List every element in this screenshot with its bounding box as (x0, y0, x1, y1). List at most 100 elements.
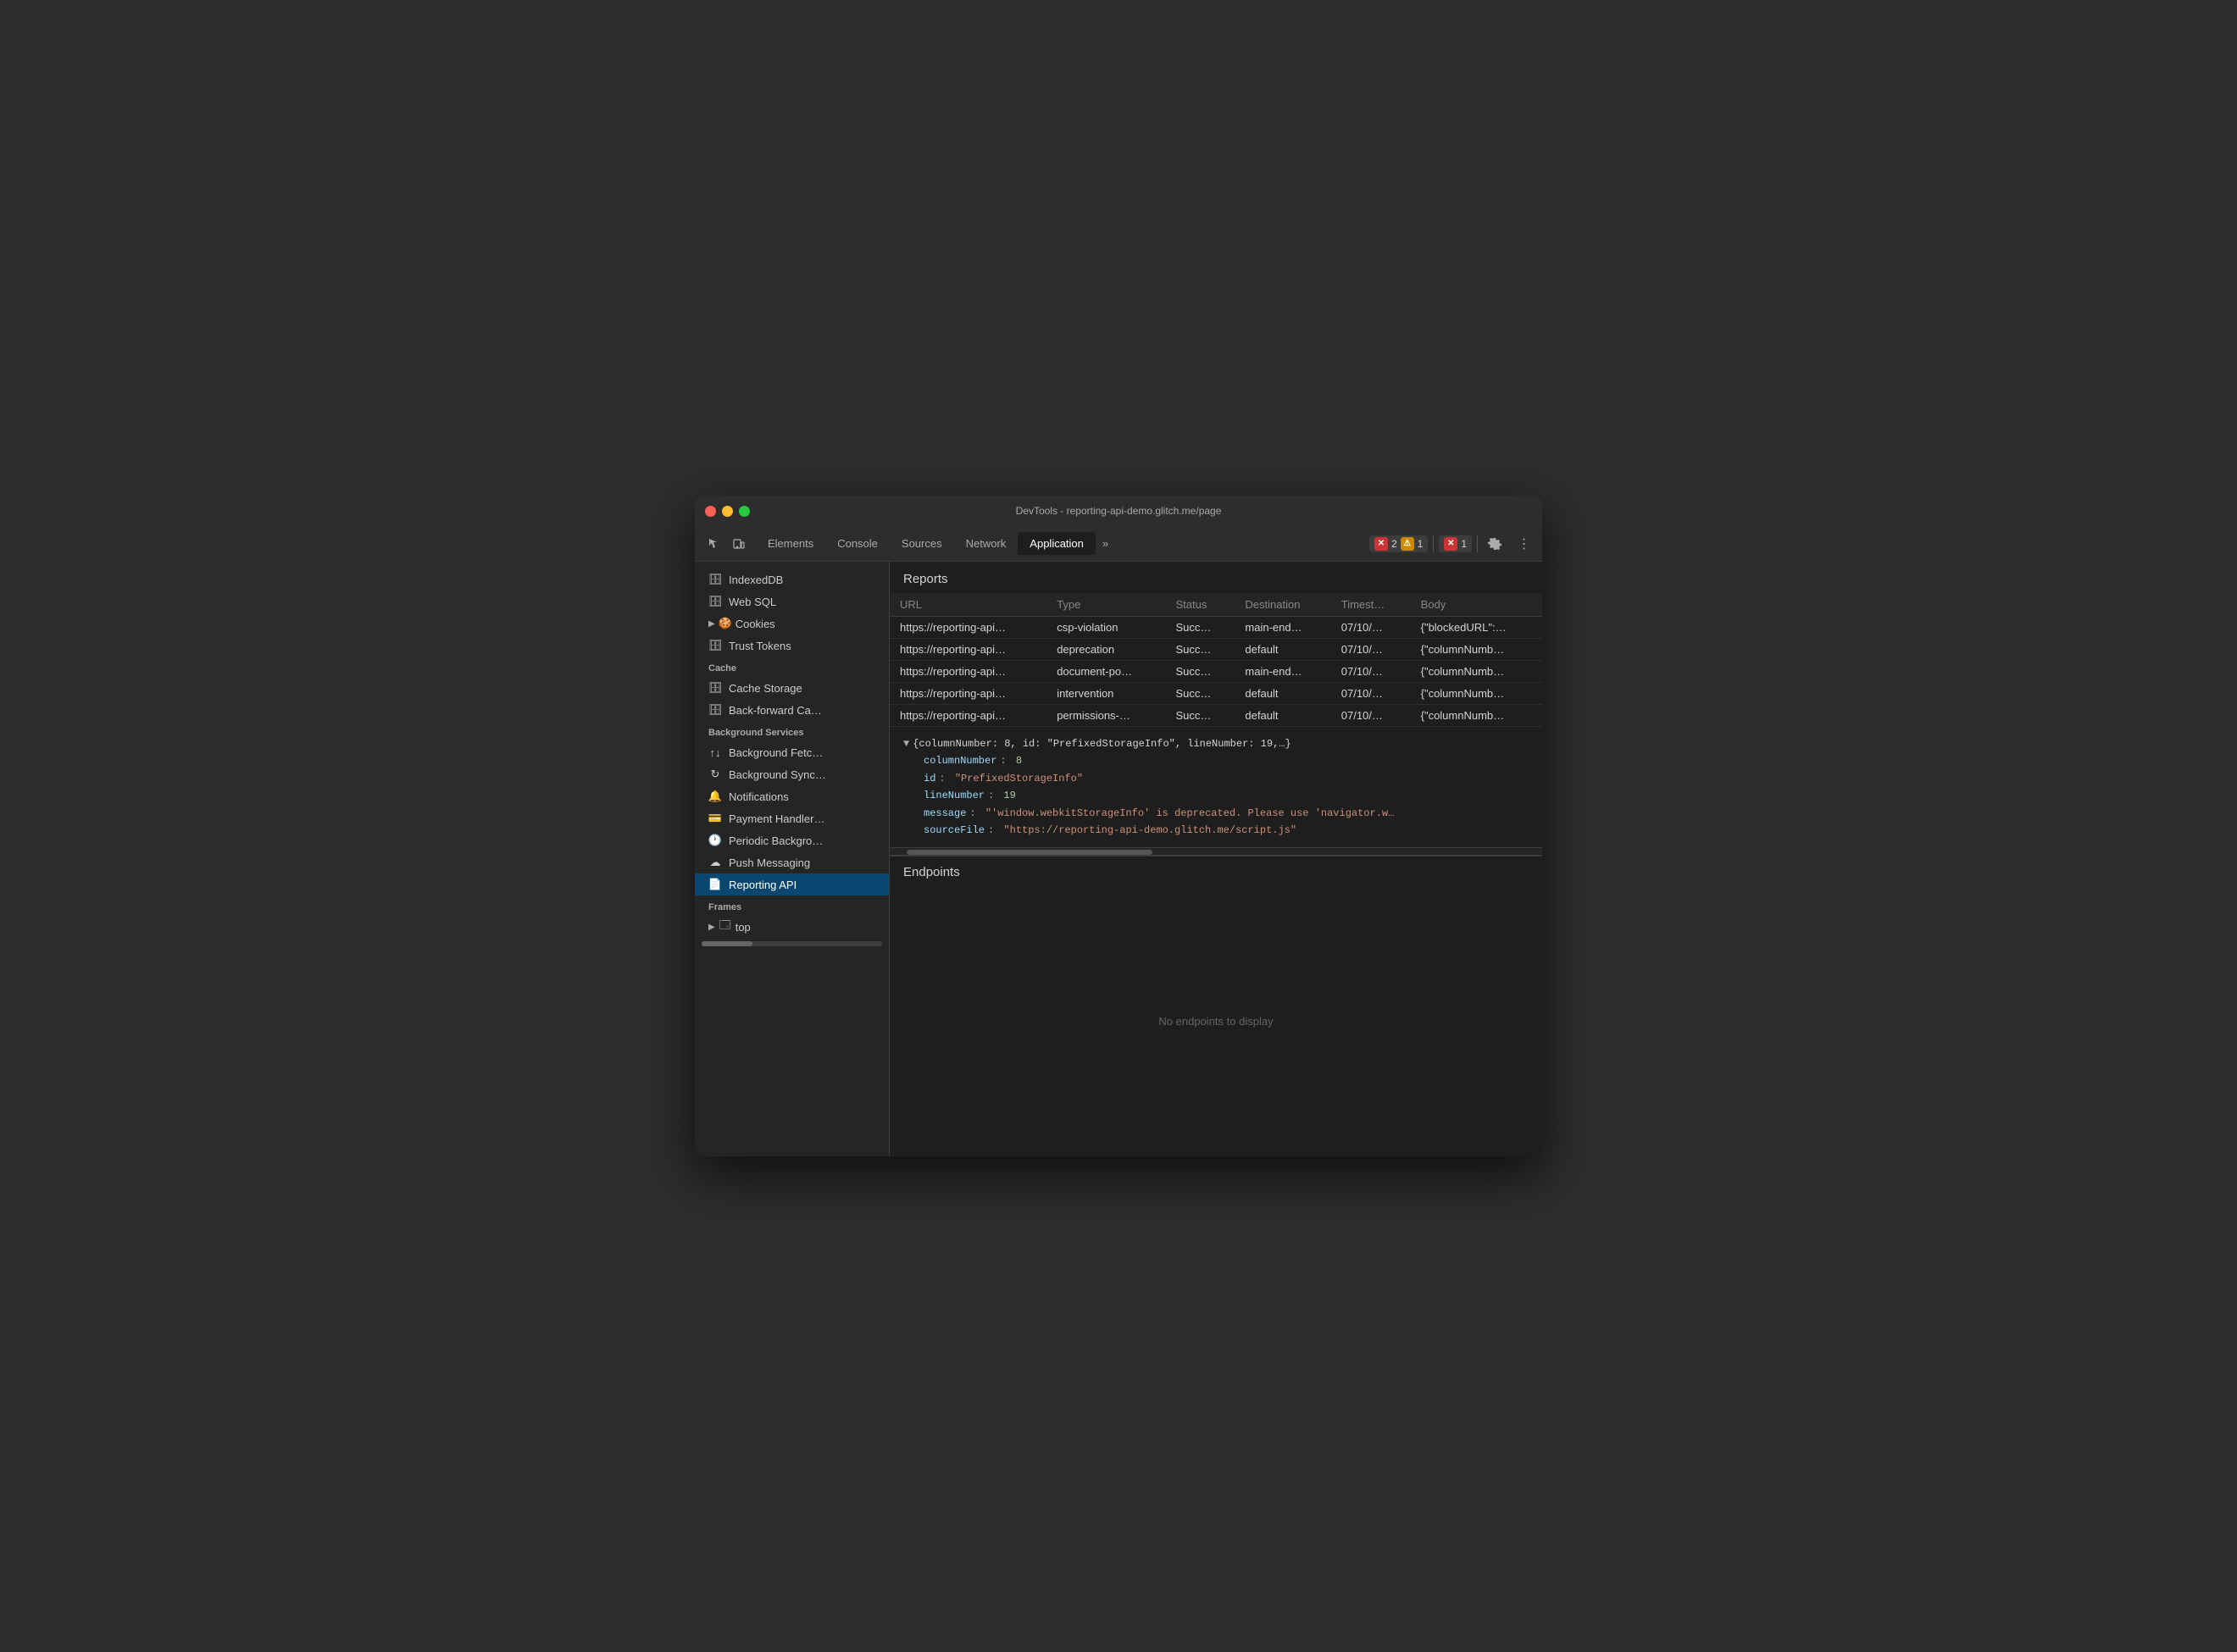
cell-type: csp-violation (1046, 617, 1165, 639)
titlebar: DevTools - reporting-api-demo.glitch.me/… (695, 496, 1542, 526)
sidebar-item-backforward[interactable]: 🗄 Back-forward Ca… (695, 699, 889, 721)
cell-destination: default (1235, 705, 1330, 727)
json-value: "https://reporting-api-demo.glitch.me/sc… (1003, 822, 1296, 839)
frames-label: Frames (695, 895, 889, 916)
json-field-line: lineNumber : 19 (903, 787, 1529, 804)
cell-url: https://reporting-api… (890, 639, 1046, 661)
cell-timestamp: 07/10/… (1331, 617, 1411, 639)
bg-services-label: Background Services (695, 721, 889, 741)
cell-type: permissions-… (1046, 705, 1165, 727)
error-icon: ✕ (1374, 537, 1388, 551)
json-field-line: columnNumber : 8 (903, 752, 1529, 769)
no-endpoints-text: No endpoints to display (890, 886, 1542, 1156)
cache-section-label: Cache (695, 657, 889, 677)
device-icon[interactable] (727, 532, 751, 556)
bgsync-icon: ↻ (708, 768, 722, 781)
cookies-chevron: ▶ (708, 619, 715, 629)
main-content: Reports URL Type Status Destination Time… (890, 562, 1542, 1156)
inspect-icon[interactable] (702, 532, 725, 556)
error-badge-group: ✕ 2 ⚠ 1 (1369, 535, 1428, 552)
cell-type: deprecation (1046, 639, 1165, 661)
maximize-button[interactable] (739, 506, 750, 517)
sidebar-item-periodicbg[interactable]: 🕐 Periodic Backgro… (695, 829, 889, 851)
more-icon[interactable]: ⋮ (1512, 532, 1535, 556)
json-key: lineNumber (924, 787, 985, 804)
settings-icon[interactable] (1483, 532, 1507, 556)
table-header-row: URL Type Status Destination Timest… Body (890, 593, 1542, 617)
cell-destination: main-end… (1235, 617, 1330, 639)
table-row[interactable]: https://reporting-api…csp-violationSucc…… (890, 617, 1542, 639)
toolbar-divider (1433, 535, 1434, 552)
json-value: "PrefixedStorageInfo" (955, 770, 1083, 787)
cell-timestamp: 07/10/… (1331, 661, 1411, 683)
endpoints-section: Endpoints No endpoints to display (890, 856, 1542, 1156)
sidebar-item-cookies[interactable]: ▶ 🍪 Cookies (695, 613, 889, 635)
json-fields: columnNumber : 8 id : "PrefixedStorageIn… (903, 752, 1529, 839)
sidebar-item-websql[interactable]: 🗄 Web SQL (695, 590, 889, 613)
horizontal-scrollbar[interactable] (890, 847, 1542, 856)
json-detail: ▼ {columnNumber: 8, id: "PrefixedStorage… (890, 727, 1542, 847)
error2-icon: ✕ (1444, 537, 1457, 551)
sidebar-item-push[interactable]: ☁ Push Messaging (695, 851, 889, 873)
sidebar-item-trusttokens[interactable]: 🗄 Trust Tokens (695, 635, 889, 657)
sidebar-item-bgsync[interactable]: ↻ Background Sync… (695, 763, 889, 785)
top-chevron: ▶ (708, 923, 715, 932)
cell-type: intervention (1046, 683, 1165, 705)
table-row[interactable]: https://reporting-api…deprecationSucc…de… (890, 639, 1542, 661)
sidebar-item-bgfetch[interactable]: ↑↓ Background Fetc… (695, 741, 889, 763)
col-destination: Destination (1235, 593, 1330, 617)
periodicbg-icon: 🕐 (708, 834, 722, 847)
tab-elements[interactable]: Elements (756, 532, 825, 555)
sidebar-item-indexeddb[interactable]: 🗄 IndexedDB (695, 568, 889, 590)
indexeddb-icon: 🗄 (708, 573, 722, 586)
cell-timestamp: 07/10/… (1331, 683, 1411, 705)
sidebar-scrollbar (702, 941, 882, 946)
websql-icon: 🗄 (708, 595, 722, 608)
warning-icon: ⚠ (1401, 537, 1414, 551)
toolbar-divider2 (1477, 535, 1478, 552)
table-row[interactable]: https://reporting-api…interventionSucc…d… (890, 683, 1542, 705)
close-button[interactable] (705, 506, 716, 517)
minimize-button[interactable] (722, 506, 733, 517)
json-summary-line: ▼ {columnNumber: 8, id: "PrefixedStorage… (903, 735, 1529, 752)
devtools-window: DevTools - reporting-api-demo.glitch.me/… (695, 496, 1542, 1156)
table-row[interactable]: https://reporting-api…permissions-…Succ…… (890, 705, 1542, 727)
json-field-line: message : "'window.webkitStorageInfo' is… (903, 805, 1529, 822)
json-value: "'window.webkitStorageInfo' is deprecate… (985, 805, 1394, 822)
sidebar-item-cachestorage[interactable]: 🗄 Cache Storage (695, 677, 889, 699)
json-key: message (924, 805, 966, 822)
bgfetch-icon: ↑↓ (708, 746, 722, 759)
table-row[interactable]: https://reporting-api…document-po…Succ…m… (890, 661, 1542, 683)
tab-sources[interactable]: Sources (890, 532, 954, 555)
cell-destination: default (1235, 639, 1330, 661)
json-field-line: sourceFile : "https://reporting-api-demo… (903, 822, 1529, 839)
cell-status: Succ… (1166, 661, 1235, 683)
error2-badge-group: ✕ 1 (1439, 535, 1472, 552)
tab-console[interactable]: Console (825, 532, 890, 555)
sidebar-item-top[interactable]: ▶ 🗔 top (695, 916, 889, 938)
cell-body: {"blockedURL":… (1411, 617, 1542, 639)
cell-url: https://reporting-api… (890, 683, 1046, 705)
cell-status: Succ… (1166, 683, 1235, 705)
tab-overflow[interactable]: » (1096, 532, 1115, 555)
tab-network[interactable]: Network (954, 532, 1019, 555)
window-title: DevTools - reporting-api-demo.glitch.me/… (1016, 505, 1222, 517)
scrollbar-thumb[interactable] (907, 850, 1152, 855)
cell-body: {"columnNumb… (1411, 661, 1542, 683)
tab-application[interactable]: Application (1018, 532, 1096, 555)
json-field-line: id : "PrefixedStorageInfo" (903, 770, 1529, 787)
cell-body: {"columnNumb… (1411, 683, 1542, 705)
col-status: Status (1166, 593, 1235, 617)
sidebar-item-notifications[interactable]: 🔔 Notifications (695, 785, 889, 807)
top-icon: 🗔 (719, 920, 732, 934)
cell-status: Succ… (1166, 617, 1235, 639)
error-count: 2 (1391, 538, 1397, 550)
notifications-icon: 🔔 (708, 790, 722, 803)
json-value: 8 (1016, 752, 1022, 769)
tab-list: Elements Console Sources Network Applica… (756, 532, 1364, 555)
traffic-lights (705, 506, 750, 517)
cell-url: https://reporting-api… (890, 617, 1046, 639)
sidebar-item-reportingapi[interactable]: 📄 Reporting API (695, 873, 889, 895)
warning-count: 1 (1418, 538, 1424, 550)
sidebar-item-payment[interactable]: 💳 Payment Handler… (695, 807, 889, 829)
